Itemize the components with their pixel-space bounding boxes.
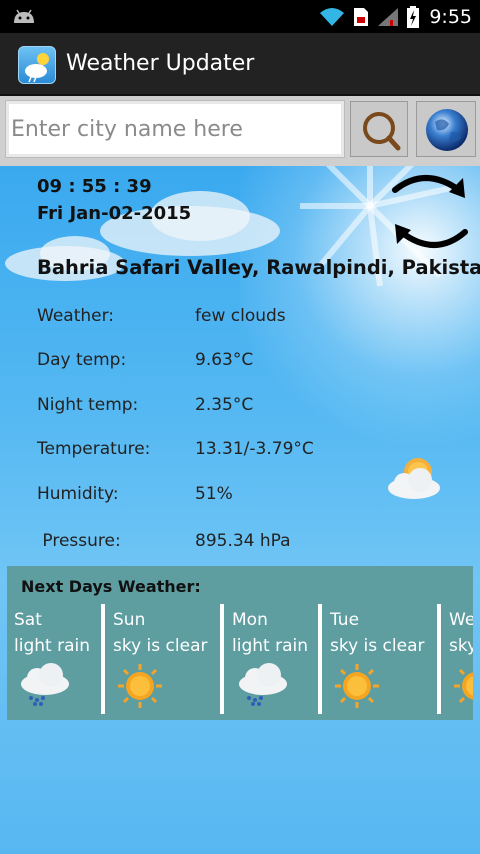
search-button[interactable] — [350, 101, 408, 157]
forecast-day-condition: sky is clear — [449, 636, 473, 656]
forecast-panel: Next Days Weather: Sat light rain Sun sk… — [7, 566, 473, 720]
detail-label: Weather: — [37, 306, 115, 326]
forecast-day-name: Mon — [232, 610, 268, 630]
forecast-day-card[interactable]: Wed sky is clear — [442, 600, 473, 715]
detail-label: Temperature: — [37, 439, 151, 459]
detail-value: few clouds — [195, 306, 286, 326]
city-search-input[interactable] — [5, 100, 345, 158]
wifi-icon — [320, 8, 345, 26]
detail-label: Humidity: — [37, 484, 119, 504]
few-clouds-icon — [388, 458, 440, 499]
weather-main: 09 : 55 : 39 Fri Jan-02-2015 Bahria Safa… — [0, 166, 480, 854]
forecast-day-name: Sun — [113, 610, 146, 630]
android-icon — [14, 9, 34, 23]
forecast-divider — [101, 604, 105, 714]
status-clock: 9:55 — [429, 6, 472, 28]
forecast-divider — [437, 604, 441, 714]
forecast-divider — [318, 604, 322, 714]
detail-value: 51% — [195, 484, 233, 504]
detail-value: 13.31/-3.79°C — [195, 439, 314, 459]
detail-label: Pressure: — [37, 531, 121, 551]
app-title: Weather Updater — [66, 51, 255, 76]
search-icon — [363, 112, 401, 151]
forecast-title: Next Days Weather: — [21, 577, 201, 596]
app-icon — [18, 46, 56, 84]
action-bar: Weather Updater — [0, 33, 480, 96]
signal-icon — [378, 8, 399, 26]
detail-value: 895.34 hPa — [195, 531, 291, 551]
rain-cloud-icon — [239, 663, 287, 706]
sim-card-icon — [354, 8, 369, 26]
sun-icon — [118, 664, 162, 708]
forecast-strip[interactable]: Sat light rain Sun sky is clear Mon ligh… — [7, 600, 473, 715]
refresh-icon[interactable] — [385, 168, 475, 258]
forecast-day-card[interactable]: Tue sky is clear — [323, 600, 435, 715]
globe-icon — [426, 109, 468, 151]
detail-label: Day temp: — [37, 350, 127, 370]
detail-value: 2.35°C — [195, 395, 254, 415]
sun-icon — [335, 664, 379, 708]
forecast-divider — [220, 604, 224, 714]
forecast-day-condition: sky is clear — [113, 636, 208, 656]
status-bar: 9:55 — [0, 0, 480, 33]
location-name: Bahria Safari Valley, Rawalpindi, Pakist… — [37, 256, 480, 279]
detail-label: Night temp: — [37, 395, 139, 415]
location-button[interactable] — [416, 101, 476, 157]
current-date: Fri Jan-02-2015 — [37, 203, 192, 224]
forecast-day-card[interactable]: Sun sky is clear — [106, 600, 218, 715]
battery-charging-icon — [407, 6, 420, 28]
forecast-day-condition: light rain — [232, 636, 308, 656]
sun-icon — [454, 668, 473, 704]
search-bar — [0, 96, 480, 166]
forecast-day-name: Sat — [14, 610, 42, 630]
forecast-day-condition: sky is clear — [330, 636, 425, 656]
current-time: 09 : 55 : 39 — [37, 176, 152, 197]
forecast-day-name: Tue — [330, 610, 360, 630]
forecast-day-name: Wed — [449, 610, 473, 630]
rain-cloud-icon — [21, 663, 69, 706]
detail-value: 9.63°C — [195, 350, 254, 370]
forecast-day-condition: light rain — [14, 636, 90, 656]
